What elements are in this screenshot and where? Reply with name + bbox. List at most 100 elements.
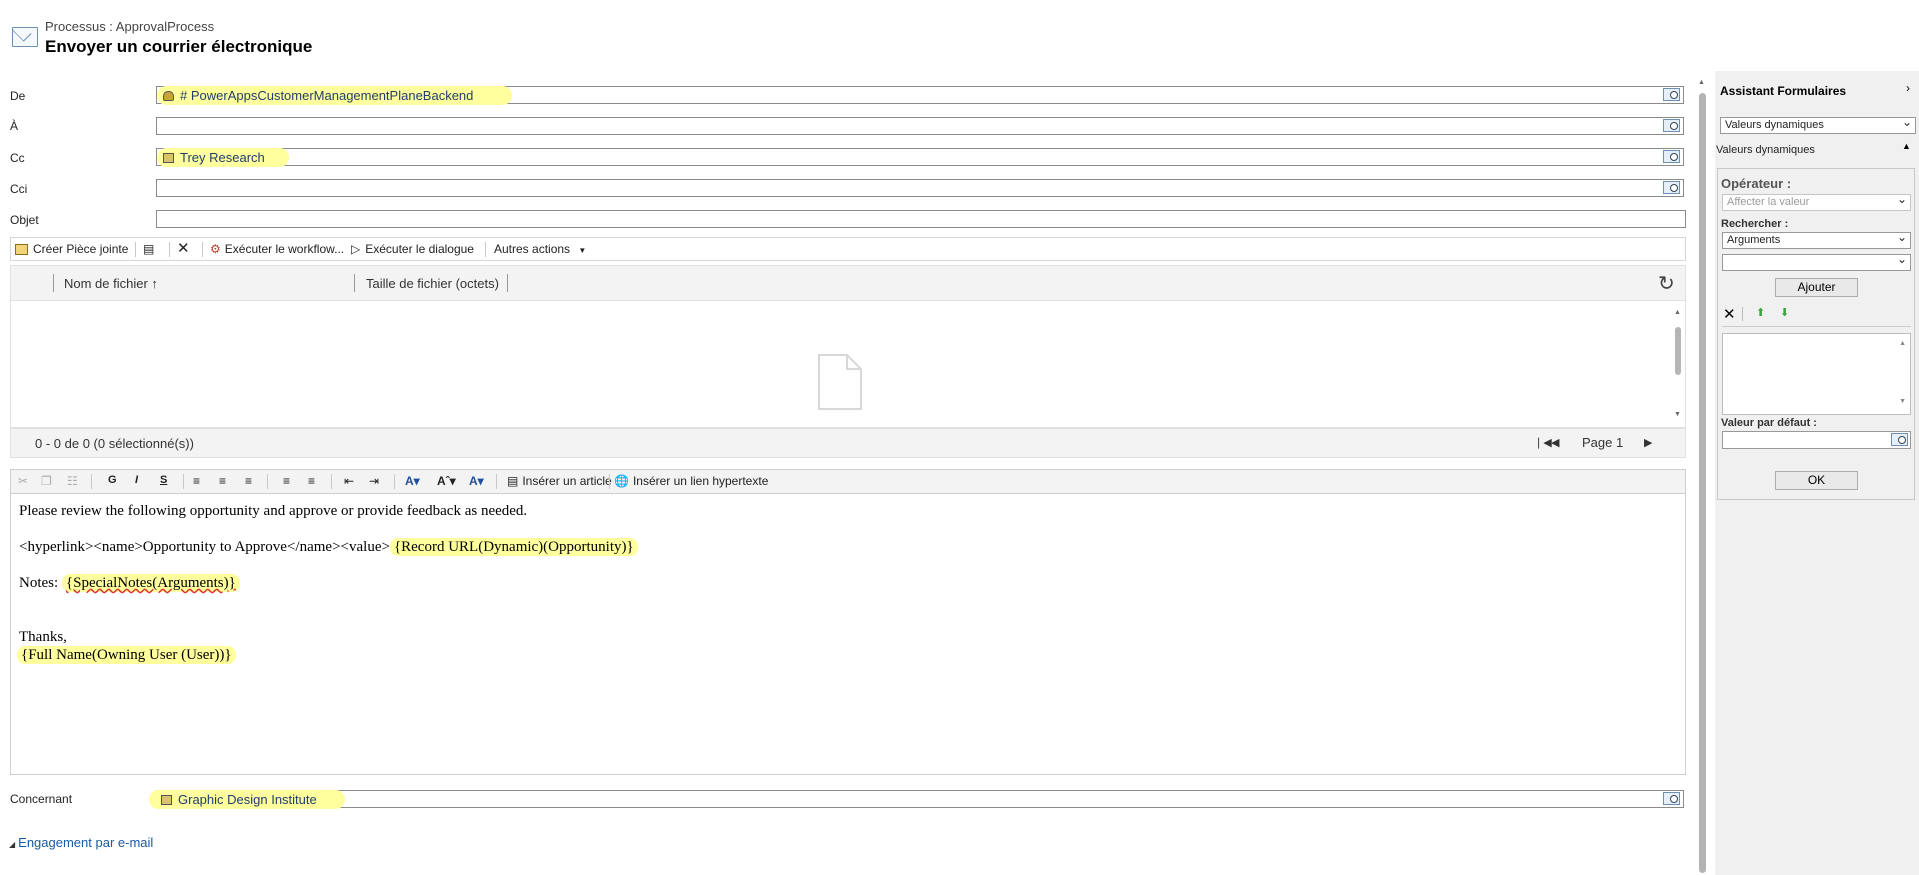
numbered-list-icon[interactable]: ≡ [283,474,290,488]
insert-article-label: Insérer un article [522,474,612,488]
dynamic-value[interactable]: {Record URL(Dynamic)(Opportunity)} [389,538,638,556]
editor-toolbar: ✂ ❐ ☷ G I S ≡ ≡ ≡ ≡ ≡ ⇤ ⇥ A▾ Aˆ▾ A▾ ▤ Ins… [10,469,1686,494]
attachments-grid-header: Nom de fichier ↑ Taille de fichier (octe… [10,265,1686,301]
email-body-editor[interactable]: Please review the following opportunity … [10,494,1686,775]
dynamic-values-list[interactable]: ▲ ▼ [1722,333,1911,415]
column-divider [53,274,54,292]
bullet-list-icon[interactable]: ≡ [308,474,315,488]
dropdown-arrow-icon: ▼ [578,246,587,255]
regarding-field[interactable]: Graphic Design Institute [149,790,1684,809]
bold-button[interactable]: G [108,474,117,486]
subject-field[interactable] [156,210,1686,228]
move-up-icon[interactable]: ⬆ [1756,306,1765,319]
align-right-icon[interactable]: ≡ [245,474,252,488]
refresh-icon[interactable]: ↻ [1658,271,1675,296]
column-header-filename[interactable]: Nom de fichier ↑ [64,276,158,291]
dynamic-value[interactable]: {Full Name(Owning User (User))} [17,646,236,664]
dynamic-values-section[interactable]: Valeurs dynamiques [1716,144,1815,156]
insert-link-button[interactable]: 🌐 Insérer un lien hypertexte [614,474,768,488]
main-scrollbar[interactable]: ▲ [1697,79,1708,875]
dialog-icon: ▷ [351,242,361,256]
grid-scrollbar[interactable]: ▲ ▼ [1673,309,1683,421]
cc-field[interactable]: Trey Research [156,148,1684,167]
toolbar-divider [485,242,486,257]
body-text: Notes: [19,575,62,591]
column-header-filesize[interactable]: Taille de fichier (octets) [366,276,499,291]
collapse-up-icon[interactable]: ▲ [1902,141,1911,151]
lookup-icon[interactable] [1663,88,1680,101]
default-value-field[interactable] [1722,431,1911,449]
move-down-icon[interactable]: ⬇ [1780,306,1789,319]
insert-article-button[interactable]: ▤ Insérer un article [507,474,612,488]
cc-value: Trey Research [180,150,265,165]
ok-button[interactable]: OK [1775,471,1858,490]
email-engagement-section[interactable]: ◢ Engagement par e-mail [9,835,153,850]
column-divider [354,274,355,292]
toolbar-divider [91,474,92,489]
outdent-icon[interactable]: ⇤ [344,474,354,488]
run-dialog-label: Exécuter le dialogue [365,242,474,256]
next-page-icon[interactable]: ▶ [1644,436,1652,449]
underline-button[interactable]: S [160,474,167,486]
notes-icon[interactable]: ▤ [143,242,154,256]
regarding-value: Graphic Design Institute [178,792,317,807]
dynamic-value[interactable]: {SpecialNotes(Arguments)} [61,574,240,592]
cc-label: Cc [10,151,25,165]
align-center-icon[interactable]: ≡ [219,474,226,488]
cut-icon[interactable]: ✂ [18,474,28,488]
subject-label: Objet [10,213,39,227]
add-button[interactable]: Ajouter [1775,278,1858,297]
search-select[interactable]: Arguments [1722,230,1911,249]
align-left-icon[interactable]: ≡ [193,474,200,488]
lookup-icon[interactable] [1663,119,1680,132]
regarding-lookup-value[interactable]: Graphic Design Institute [149,790,345,809]
copy-icon[interactable]: ❐ [41,474,52,488]
font-size-icon[interactable]: Aˆ▾ [437,474,456,488]
paste-icon[interactable]: ☷ [67,474,78,488]
from-label: De [10,89,26,103]
lookup-icon[interactable] [1891,433,1908,446]
lookup-icon[interactable] [1663,150,1680,163]
cc-lookup-value[interactable]: Trey Research [157,148,289,167]
run-dialog-button[interactable]: ▷ Exécuter le dialogue [351,242,474,256]
lookup-icon[interactable] [1663,181,1680,194]
italic-button[interactable]: I [135,474,138,486]
previous-page-icon[interactable]: ◀ [1551,436,1559,449]
grid-pager: 0 - 0 de 0 (0 sélectionné(s)) ❘◀ ◀ Page … [10,428,1686,458]
record-count: 0 - 0 de 0 (0 sélectionné(s)) [35,436,194,451]
body-line: Notes: {SpecialNotes(Arguments)} [19,574,240,592]
toolbar-divider [267,474,268,489]
first-page-icon[interactable]: ❘◀ [1534,436,1552,449]
assistant-title: Assistant Formulaires [1720,84,1847,98]
from-field[interactable]: # PowerAppsCustomerManagementPlaneBacken… [156,86,1684,105]
empty-document-icon [817,353,863,411]
account-icon [163,153,174,163]
from-value: # PowerAppsCustomerManagementPlaneBacken… [180,88,474,103]
to-field[interactable] [156,117,1684,135]
workflow-icon: ⚙ [210,242,221,256]
create-attachment-button[interactable]: Créer Pièce jointe [15,242,128,256]
chevron-right-icon[interactable]: › [1906,81,1910,95]
delete-icon[interactable]: ✕ [1723,305,1736,323]
toolbar-divider [183,474,184,489]
field-select[interactable] [1722,252,1911,271]
highlight-color-icon[interactable]: A▾ [405,474,420,488]
operator-select[interactable]: Affecter la valeur [1722,192,1911,211]
other-actions-label: Autres actions [494,242,571,256]
default-value-label: Valeur par défaut : [1721,417,1817,429]
indent-icon[interactable]: ⇥ [369,474,379,488]
lookup-icon[interactable] [1663,792,1680,805]
attachment-icon [15,244,28,255]
run-workflow-button[interactable]: ⚙ Exécuter le workflow... [210,242,344,256]
other-actions-button[interactable]: Autres actions ▼ [494,242,586,256]
operator-label: Opérateur : [1721,176,1792,191]
bcc-field[interactable] [156,179,1684,197]
article-icon: ▤ [507,474,519,488]
font-color-icon[interactable]: A▾ [469,474,484,488]
body-line: Please review the following opportunity … [19,503,528,519]
toolbar-divider [169,242,170,257]
assistant-mode-select[interactable]: Valeurs dynamiques [1720,115,1916,134]
from-lookup-value[interactable]: # PowerAppsCustomerManagementPlaneBacken… [157,86,512,105]
delete-icon[interactable]: ✕ [177,239,190,257]
account-icon [161,795,172,805]
